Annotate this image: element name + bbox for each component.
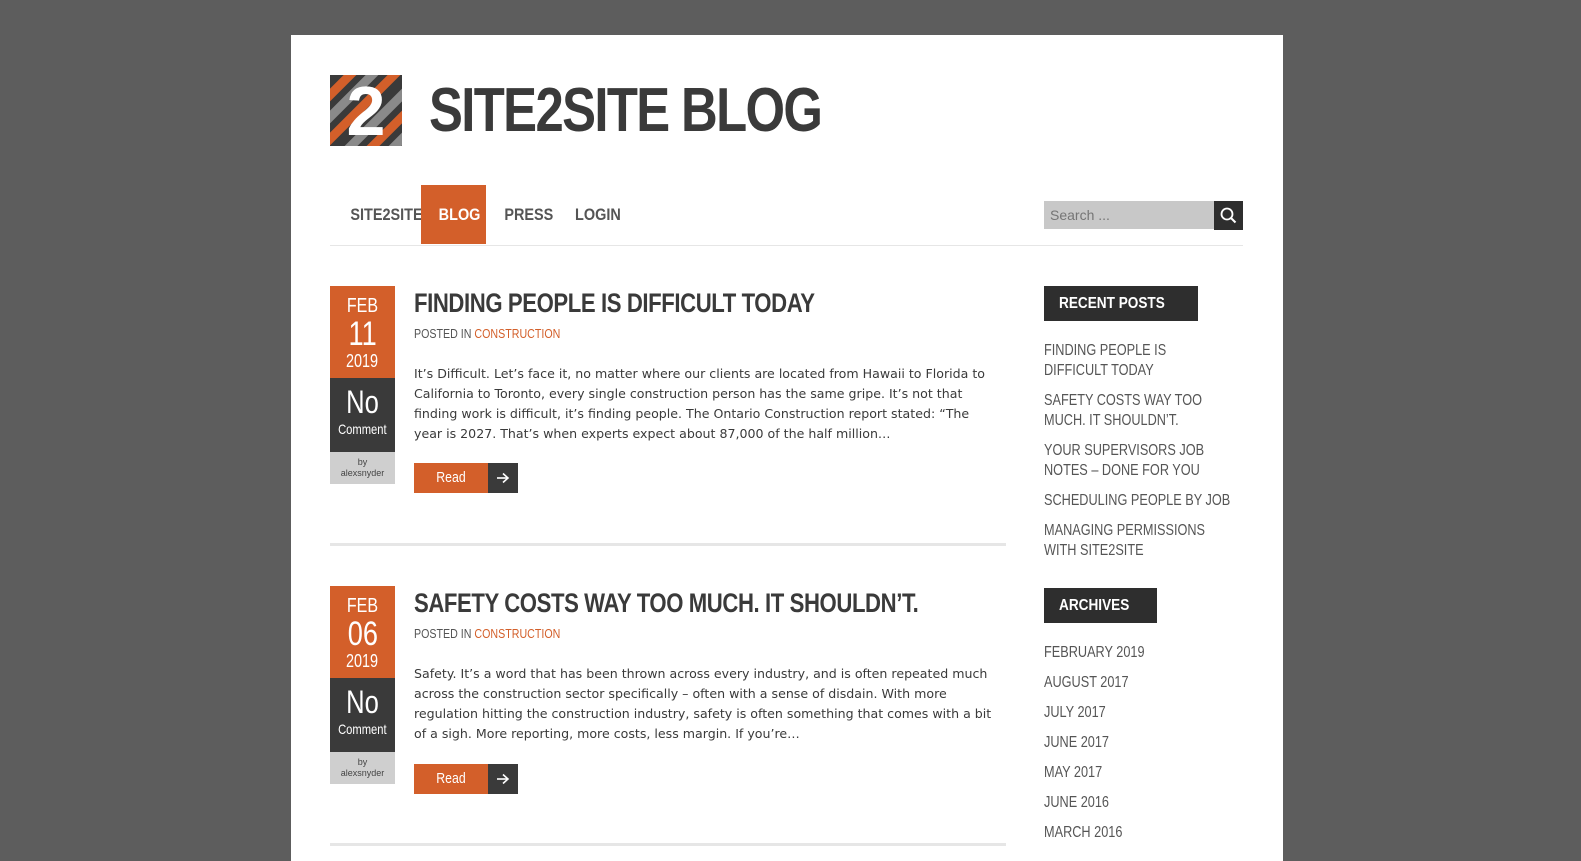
arrow-right-icon [488, 764, 518, 794]
nav-item-login[interactable]: LOGIN [557, 185, 639, 244]
comment-count-box[interactable]: No Comment [330, 678, 395, 752]
date-day: 11 [348, 315, 377, 353]
archive-link[interactable]: AUGUST 2017 [1044, 673, 1241, 693]
search-button[interactable] [1214, 201, 1243, 230]
read-more-button[interactable]: Read More [414, 463, 518, 516]
site-title[interactable]: SITE2SITE BLOG [429, 77, 823, 145]
date-month: FEB [346, 295, 379, 317]
post-excerpt: It’s Difficult. Let’s face it, no matter… [414, 366, 985, 441]
date-day: 06 [347, 615, 378, 653]
archives-title: ARCHIVES [1044, 588, 1157, 623]
post-date: FEB 11 2019 [330, 286, 395, 378]
search-icon [1220, 207, 1237, 224]
read-more-label: Read More [436, 770, 466, 817]
comment-count: No [346, 384, 379, 420]
archive-link[interactable]: JULY 2017 [1044, 703, 1241, 723]
site-logo[interactable]: 2 [330, 75, 402, 146]
posted-in-label: POSTED IN [414, 626, 472, 641]
page-container: 2 SITE2SITE BLOG SITE2SITE BLOG PRESS LO… [291, 35, 1283, 861]
recent-posts-title: RECENT POSTS [1044, 286, 1199, 321]
post-category-link[interactable]: CONSTRUCTION [474, 626, 560, 641]
post-date: FEB 06 2019 [330, 586, 395, 678]
post-meta: POSTED IN CONSTRUCTION [414, 326, 560, 341]
archive-link[interactable]: JUNE 2016 [1044, 793, 1241, 813]
post-title[interactable]: SAFETY COSTS WAY TOO MUCH. IT SHOULDN’T. [414, 588, 919, 619]
main-nav: SITE2SITE BLOG PRESS LOGIN [330, 185, 1243, 246]
post-author[interactable]: alexsnyder [330, 468, 395, 479]
recent-post-link[interactable]: SCHEDULING PEOPLE BY JOB [1044, 491, 1241, 511]
nav-item-blog[interactable]: BLOG [421, 185, 486, 244]
post-date-box: FEB 11 2019 No Comment by alexsnyder [330, 286, 395, 484]
recent-post-link[interactable]: YOUR SUPERVISORS JOB NOTES – DONE FOR YO… [1044, 441, 1241, 481]
date-year: 2019 [346, 351, 379, 371]
author-box: by alexsnyder [330, 752, 395, 784]
archive-link[interactable]: JUNE 2017 [1044, 733, 1241, 753]
post-excerpt: Safety. It’s a word that has been thrown… [414, 666, 992, 741]
post-entry: FEB 06 2019 No Comment by alexsnyder SAF… [330, 586, 1006, 817]
post-category-link[interactable]: CONSTRUCTION [474, 326, 560, 341]
post-entry: FEB 11 2019 No Comment by alexsnyder FIN… [330, 286, 1006, 516]
author-box: by alexsnyder [330, 452, 395, 484]
archive-link[interactable]: FEBRUARY 2019 [1044, 643, 1241, 663]
by-label: by [357, 757, 368, 767]
post-divider [330, 843, 1006, 846]
comment-label: Comment [338, 421, 387, 437]
by-label: by [357, 457, 368, 467]
post-meta: POSTED IN CONSTRUCTION [414, 626, 560, 641]
archives-list: FEBRUARY 2019 AUGUST 2017 JULY 2017 JUNE… [1044, 643, 1244, 853]
post-author[interactable]: alexsnyder [330, 768, 395, 779]
archive-link[interactable]: MARCH 2016 [1044, 823, 1241, 843]
read-more-button[interactable]: Read More [414, 764, 518, 817]
post-title[interactable]: FINDING PEOPLE IS DIFFICULT TODAY [414, 288, 815, 319]
recent-post-link[interactable]: SAFETY COSTS WAY TOO MUCH. IT SHOULDN’T. [1044, 391, 1241, 431]
logo-glyph: 2 [346, 75, 386, 146]
recent-post-link[interactable]: MANAGING PERMISSIONS WITH SITE2SITE [1044, 521, 1224, 561]
post-divider [330, 543, 1006, 546]
archive-link[interactable]: MAY 2017 [1044, 763, 1241, 783]
posted-in-label: POSTED IN [414, 326, 472, 341]
search-input[interactable] [1044, 201, 1214, 229]
comment-count-box[interactable]: No Comment [330, 378, 395, 452]
recent-post-link[interactable]: FINDING PEOPLE IS DIFFICULT TODAY [1044, 341, 1208, 381]
post-date-box: FEB 06 2019 No Comment by alexsnyder [330, 586, 395, 784]
comment-label: Comment [338, 721, 387, 737]
date-month: FEB [346, 595, 379, 617]
comment-count: No [346, 684, 379, 720]
read-more-label: Read More [436, 469, 466, 516]
recent-posts-list: FINDING PEOPLE IS DIFFICULT TODAY SAFETY… [1044, 341, 1244, 571]
arrow-right-icon [488, 463, 518, 493]
date-year: 2019 [346, 651, 379, 671]
